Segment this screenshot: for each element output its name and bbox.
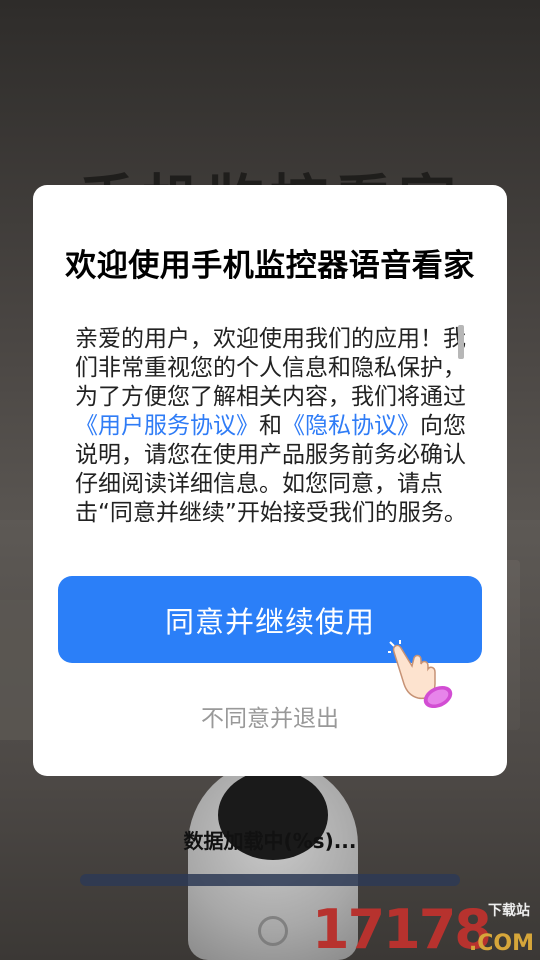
dialog-title: 欢迎使用手机监控器语音看家	[65, 248, 475, 284]
body-scrollbar[interactable]	[458, 325, 464, 359]
privacy-consent-dialog: 欢迎使用手机监控器语音看家 亲爱的用户，欢迎使用我们的应用！我们非常重视您的个人…	[33, 185, 507, 776]
loading-status: 数据加载中(%s)...	[183, 829, 357, 853]
loading-indicator-icon	[258, 916, 288, 946]
disagree-exit-link[interactable]: 不同意并退出	[33, 699, 507, 733]
watermark-number: 17178	[312, 898, 492, 960]
user-agreement-link[interactable]: 《用户服务协议》	[75, 413, 259, 439]
privacy-policy-link[interactable]: 《隐私协议》	[282, 413, 420, 439]
watermark-domain: .COM	[468, 931, 534, 956]
dialog-body-text: 亲爱的用户，欢迎使用我们的应用！我们非常重视您的个人信息和隐私保护，为了方便您了…	[75, 325, 467, 528]
watermark-tag: 下载站	[488, 903, 530, 919]
dialog-body-scroll[interactable]: 亲爱的用户，欢迎使用我们的应用！我们非常重视您的个人信息和隐私保护，为了方便您了…	[75, 325, 467, 550]
loading-progress-bar	[80, 874, 460, 886]
body-text-part1: 亲爱的用户，欢迎使用我们的应用！我们非常重视您的个人信息和隐私保护，为了方便您了…	[75, 326, 466, 410]
body-text-and: 和	[259, 413, 282, 439]
site-watermark: 下载站 17178 .COM	[312, 900, 534, 960]
